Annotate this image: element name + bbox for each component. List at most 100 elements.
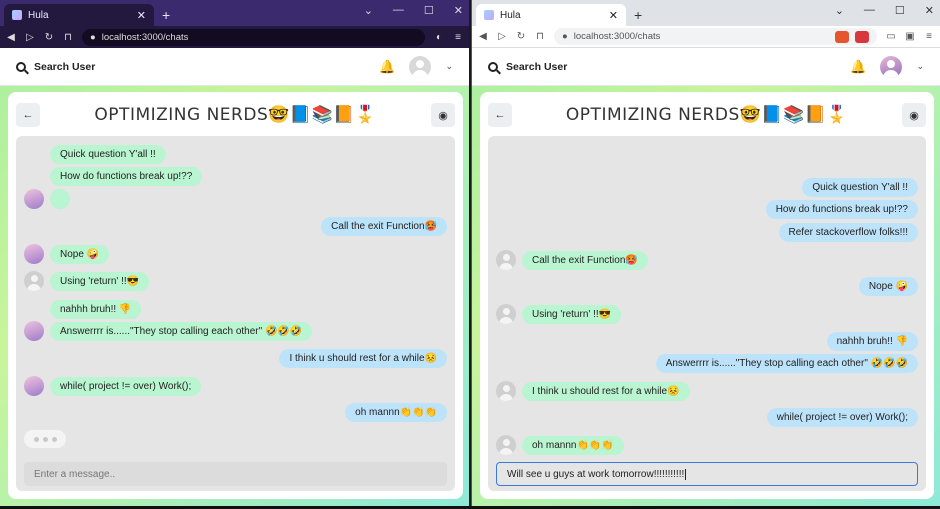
new-tab-icon[interactable]: + [162,4,170,26]
message-row [24,189,447,209]
back-icon[interactable]: ◀ [6,32,16,43]
avatar[interactable] [24,244,44,264]
avatar[interactable] [409,55,432,78]
search-user-button[interactable]: Search User [16,61,95,73]
brave-rewards-icon[interactable] [855,30,869,43]
tab-strip: Hula ✕ + ⌄ — ☐ ✕ [0,0,469,26]
message-row: nahhh bruh!! 👎 [24,299,447,319]
url-text: localhost:3000/chats [101,31,189,43]
avatar[interactable] [496,381,516,401]
message-row: How do functions break up!?? [496,200,918,219]
message-row: Using 'return' !!😎 [24,271,447,291]
extensions-icon[interactable]: ◐ [434,32,444,43]
avatar[interactable] [496,435,516,455]
address-bar: ◀ ▷ ↻ ⊓ ● localhost:3000/chats ▭ ▣ ≡ [472,26,940,48]
message-bubble: Quick question Y'all !! [50,144,166,164]
reload-icon[interactable]: ↻ [44,32,54,43]
chat-header: ← OPTIMIZING NERDS🤓📘📚📙🎖️ ◉ [488,100,926,130]
message-row: Quick question Y'all !! [24,144,447,164]
close-icon[interactable]: ✕ [925,4,934,17]
avatar[interactable] [24,376,44,396]
message-row: while( project != over) Work(); [496,408,918,427]
maximize-icon[interactable]: ☐ [424,4,434,17]
eye-icon[interactable]: ◉ [902,103,926,127]
message-input-value: Will see u guys at work tomorrow!!!!!!!!… [507,468,685,480]
bell-icon[interactable]: 🔔 [850,59,866,75]
message-row: Call the exit Function🥵 [496,250,918,270]
brave-shield-icon[interactable] [835,30,849,43]
chevron-down-icon[interactable]: ⌄ [364,4,373,17]
close-icon[interactable]: ✕ [454,4,463,17]
message-row: nahhh bruh!! 👎 [496,332,918,351]
close-tab-icon[interactable]: ✕ [609,9,618,22]
message-input[interactable]: Will see u guys at work tomorrow!!!!!!!!… [496,462,918,486]
message-bubble: I think u should rest for a while😣 [279,349,447,368]
info-icon: ● [562,31,568,42]
text-caret [685,468,687,480]
forward-icon[interactable]: ▷ [497,31,507,42]
chevron-down-icon[interactable]: ⌄ [445,61,453,72]
maximize-icon[interactable]: ☐ [895,4,905,17]
menu-icon[interactable]: ≡ [453,32,463,43]
search-user-button[interactable]: Search User [488,61,567,73]
message-row: Nope 🤪 [496,277,918,296]
avatar-spacer [24,299,44,319]
bookmark-icon[interactable]: ⊓ [63,32,73,43]
bookmark-icon[interactable]: ⊓ [535,31,545,42]
message-bubble: oh mannn👏👏👏 [345,403,447,422]
message-bubble: How do functions break up!?? [50,166,203,186]
url-field[interactable]: ● localhost:3000/chats [82,28,425,46]
arrow-left-icon[interactable]: ← [16,103,40,127]
message-bubble [50,189,70,209]
message-bubble: Call the exit Function🥵 [321,217,447,236]
menu-icon[interactable]: ≡ [924,31,934,42]
eye-icon[interactable]: ◉ [431,103,455,127]
message-bubble: Nope 🤪 [50,244,110,264]
message-row: while( project != over) Work(); [24,376,447,396]
chevron-down-icon[interactable]: ⌄ [835,4,844,17]
browser-window-left: Hula ✕ + ⌄ — ☐ ✕ ◀ ▷ ↻ ⊓ ● localhost:300… [0,0,469,509]
favicon-icon [484,10,494,20]
chat-header: ← OPTIMIZING NERDS🤓📘📚📙🎖️ ◉ [16,100,455,130]
bell-icon[interactable]: 🔔 [379,59,395,75]
brave-shield-icon[interactable] [403,31,417,43]
message-row: I think u should rest for a while😣 [496,381,918,401]
message-bubble: oh mannn👏👏👏 [522,435,624,455]
message-row: Quick question Y'all !! [496,178,918,197]
avatar[interactable] [24,189,44,209]
avatar[interactable] [24,271,44,291]
url-field[interactable]: ● localhost:3000/chats [554,28,877,45]
minimize-icon[interactable]: — [393,4,404,17]
window-controls: ⌄ — ☐ ✕ [364,4,463,17]
chevron-down-icon[interactable]: ⌄ [916,61,924,72]
sidebar-icon[interactable]: ▭ [886,31,896,42]
browser-tab[interactable]: Hula ✕ [476,4,626,26]
message-row: Answerrrr is......"They stop calling eac… [24,321,447,341]
message-bubble: nahhh bruh!! 👎 [50,299,142,319]
address-bar: ◀ ▷ ↻ ⊓ ● localhost:3000/chats ◐ ≡ [0,26,469,48]
browser-tab[interactable]: Hula ✕ [4,4,154,26]
search-label: Search User [506,60,568,73]
avatar[interactable] [496,304,516,324]
new-tab-icon[interactable]: + [634,4,642,26]
search-icon [488,61,498,72]
message-bubble: How do functions break up!?? [765,200,918,219]
arrow-left-icon[interactable]: ← [488,103,512,127]
close-tab-icon[interactable]: ✕ [137,9,146,22]
wallet-icon[interactable]: ▣ [905,31,915,42]
avatar[interactable] [880,55,903,78]
reload-icon[interactable]: ↻ [516,31,526,42]
tab-strip: Hula ✕ + ⌄ — ☐ ✕ [472,0,940,26]
back-icon[interactable]: ◀ [478,31,488,42]
search-label: Search User [34,60,96,73]
message-bubble: while( project != over) Work(); [766,408,918,427]
chat-card: ← OPTIMIZING NERDS🤓📘📚📙🎖️ ◉ Quick questio… [8,92,463,499]
message-list: Quick question Y'all !! How do functions … [488,136,926,491]
message-input[interactable]: Enter a message.. [24,462,447,486]
message-bubble: Refer stackoverflow folks!!! [778,223,918,242]
forward-icon[interactable]: ▷ [25,32,35,43]
avatar[interactable] [24,321,44,341]
avatar[interactable] [496,250,516,270]
minimize-icon[interactable]: — [864,4,875,17]
typing-dot [33,436,39,442]
